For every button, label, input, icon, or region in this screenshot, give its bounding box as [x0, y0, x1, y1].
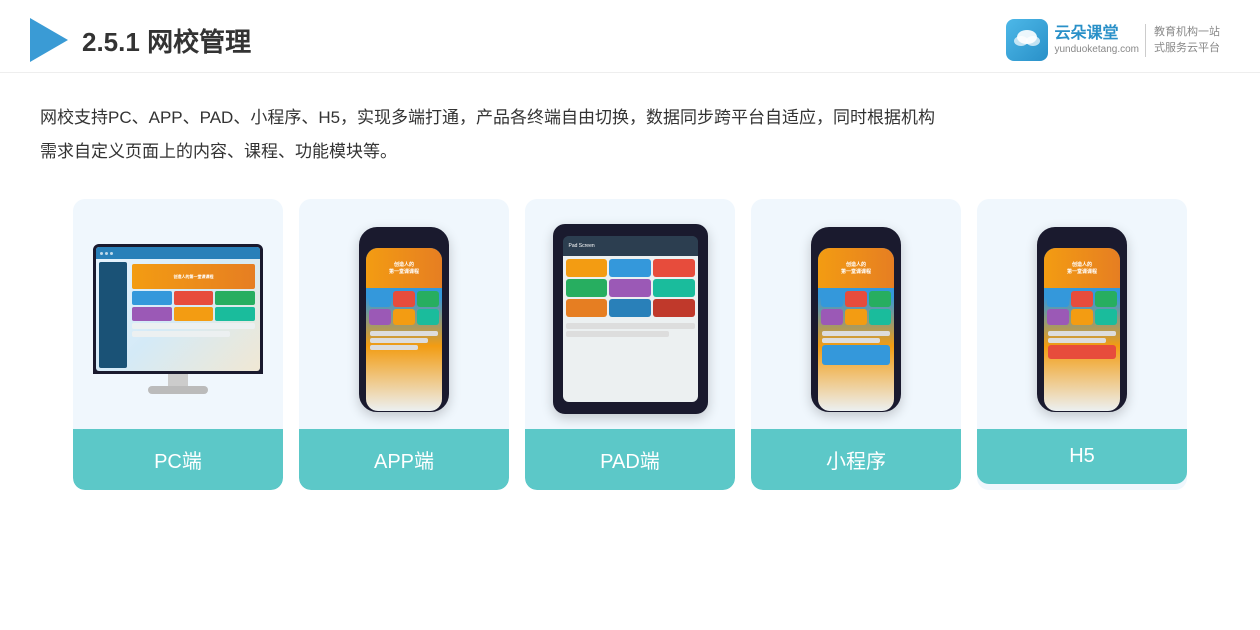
app-device-area: 创造人的第一堂课课程	[299, 199, 509, 429]
brand-domain: yunduoketang.com	[1054, 44, 1139, 56]
card-miniprogram: 创造人的第一堂课课程	[751, 199, 961, 490]
brand-name: 云朵课堂	[1054, 24, 1139, 43]
platform-cards: 创造人的第一堂课课程	[0, 179, 1260, 510]
card-pc-label: PC端	[73, 429, 283, 490]
card-miniprogram-label: 小程序	[751, 429, 961, 490]
page: 2.5.1 网校管理 云朵课堂 yunduoketang.com 教育机构一站	[0, 0, 1260, 630]
logo-triangle-icon	[30, 18, 68, 62]
brand-icon	[1006, 19, 1048, 61]
header-left: 2.5.1 网校管理	[30, 18, 251, 62]
card-app-label: APP端	[299, 429, 509, 490]
card-h5: 创造人的第一堂课课程	[977, 199, 1187, 490]
header-right: 云朵课堂 yunduoketang.com 教育机构一站 式服务云平台	[1006, 19, 1220, 61]
pc-monitor-icon: 创造人的第一堂课课程	[93, 244, 263, 374]
h5-mobile-icon: 创造人的第一堂课课程	[1037, 227, 1127, 412]
card-app: 创造人的第一堂课课程	[299, 199, 509, 490]
pad-tablet-icon: Pad Screen	[553, 224, 708, 414]
card-pc: 创造人的第一堂课课程	[73, 199, 283, 490]
pc-device-area: 创造人的第一堂课课程	[73, 199, 283, 429]
app-mobile-icon: 创造人的第一堂课课程	[359, 227, 449, 412]
description-text: 网校支持PC、APP、PAD、小程序、H5，实现多端打通，产品各终端自由切换，数…	[0, 73, 1260, 179]
h5-device-area: 创造人的第一堂课课程	[977, 199, 1187, 429]
miniprogram-mobile-icon: 创造人的第一堂课课程	[811, 227, 901, 412]
card-pad-label: PAD端	[525, 429, 735, 490]
brand-slogan: 教育机构一站 式服务云平台	[1145, 24, 1220, 57]
brand-text: 云朵课堂 yunduoketang.com	[1054, 24, 1139, 55]
brand-logo: 云朵课堂 yunduoketang.com 教育机构一站 式服务云平台	[1006, 19, 1220, 61]
header: 2.5.1 网校管理 云朵课堂 yunduoketang.com 教育机构一站	[0, 0, 1260, 73]
page-title: 2.5.1 网校管理	[82, 22, 251, 59]
card-pad: Pad Screen	[525, 199, 735, 490]
pad-device-area: Pad Screen	[525, 199, 735, 429]
card-h5-label: H5	[977, 429, 1187, 484]
miniprogram-device-area: 创造人的第一堂课课程	[751, 199, 961, 429]
